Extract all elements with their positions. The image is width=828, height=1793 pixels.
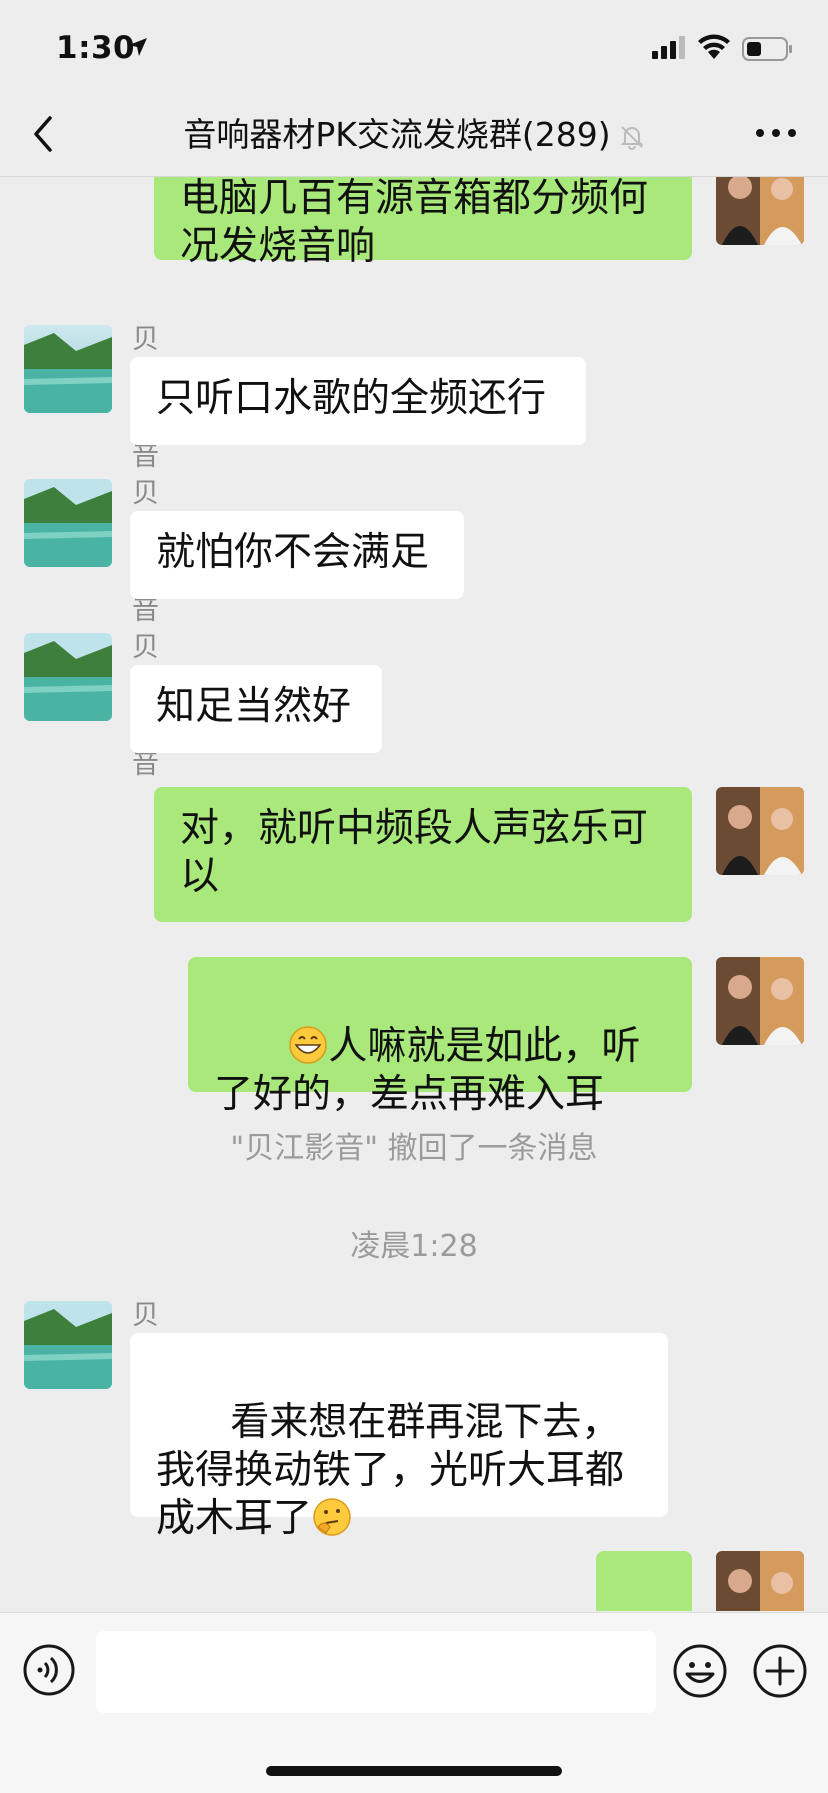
message-input[interactable] [96,1631,656,1713]
more-functions-plus-icon[interactable] [752,1643,808,1699]
mute-bell-icon [620,125,644,150]
message-bubble[interactable] [596,1551,692,1611]
avatar-self[interactable] [716,957,804,1045]
avatar-beijiang[interactable] [24,633,112,721]
more-options-icon[interactable] [754,118,798,148]
chat-title: 音响器材PK交流发烧群(289) [183,115,611,154]
avatar-self[interactable] [716,1551,804,1611]
message-timestamp: 凌晨1:28 [350,1229,478,1264]
message-bubble[interactable]: 电脑几百有源音箱都分频何况发烧音响 [154,177,692,269]
wifi-icon [698,34,730,59]
message-bubble[interactable]: 对，就听中频段人声弦乐可以 [154,787,692,922]
message-bubble[interactable]: 知足当然好 [130,665,382,753]
avatar-self[interactable] [716,787,804,875]
message-list[interactable]: 电脑几百有源音箱都分频何况发烧音响 贝江影音 只听口水歌的全频还行 贝江影音 就… [0,177,828,1611]
message-bubble[interactable]: 只听口水歌的全频还行 [130,357,586,445]
message-bubble[interactable]: 看来想在群再混下去，我得换动铁了，光听大耳都成木耳了 [130,1333,668,1541]
message-bubble[interactable]: 就怕你不会满足 [130,511,464,599]
chat-title-row: 音响器材PK交流发烧群(289) [0,108,828,156]
message-text: 人嘛就是如此，听了好的，差点再难入耳 [214,1024,641,1117]
home-indicator[interactable] [266,1766,562,1776]
avatar-beijiang[interactable] [24,479,112,567]
avatar-beijiang[interactable] [24,1301,112,1389]
avatar-self[interactable] [716,177,804,245]
battery-icon [742,37,792,61]
cellular-signal-icon [652,36,685,59]
input-bar [0,1612,828,1793]
location-arrow-icon [129,38,147,56]
thinking-face-icon [313,1498,351,1536]
grinning-face-icon [289,1026,328,1064]
emoji-picker-icon[interactable] [672,1643,728,1699]
avatar-beijiang[interactable] [24,325,112,413]
status-bar: 1:30 [0,0,828,96]
message-bubble[interactable]: 人嘛就是如此，听了好的，差点再难入耳 [188,957,692,1117]
status-time: 1:30 [56,30,136,66]
chat-header: 音响器材PK交流发烧群(289) [0,96,828,177]
recall-notice: "贝江影音" 撤回了一条消息 [230,1131,598,1166]
voice-input-icon[interactable] [22,1643,76,1697]
message-text: 看来想在群再混下去，我得换动铁了，光听大耳都成木耳了 [156,1400,625,1541]
